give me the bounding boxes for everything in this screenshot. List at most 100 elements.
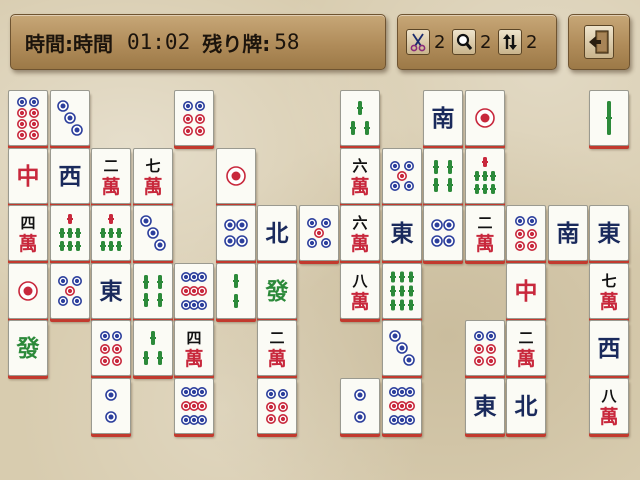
mahjong-tile[interactable] bbox=[215, 205, 256, 261]
tile-face-E: 東 bbox=[598, 221, 621, 247]
mahjong-tile[interactable]: 七萬 bbox=[132, 147, 173, 204]
mahjong-tile[interactable] bbox=[49, 262, 90, 319]
mahjong-tile[interactable] bbox=[91, 320, 131, 376]
tile-face-p9 bbox=[181, 386, 207, 425]
tile-face-S: 南 bbox=[556, 221, 579, 247]
mahjong-tile[interactable] bbox=[381, 320, 422, 376]
mahjong-tile[interactable] bbox=[8, 262, 48, 319]
mahjong-tile[interactable]: 八萬 bbox=[340, 262, 380, 319]
mahjong-tile[interactable] bbox=[464, 320, 505, 376]
svg-text:西: 西 bbox=[58, 164, 81, 190]
mahjong-tile[interactable] bbox=[91, 377, 131, 434]
mahjong-tile[interactable]: 發 bbox=[8, 320, 48, 376]
mahjong-tile[interactable]: 西 bbox=[49, 147, 90, 204]
mahjong-tile[interactable]: 北 bbox=[257, 205, 297, 261]
tile-face-p5 bbox=[306, 218, 331, 248]
mahjong-tile[interactable] bbox=[91, 205, 131, 261]
mahjong-tile[interactable]: 北 bbox=[506, 377, 546, 434]
tile-face-m8: 八萬 bbox=[599, 387, 618, 428]
tile-face-p1 bbox=[18, 280, 38, 301]
mahjong-tile[interactable] bbox=[589, 90, 629, 146]
tile-face-m2: 二萬 bbox=[475, 214, 494, 255]
mahjong-tile[interactable] bbox=[8, 90, 48, 146]
svg-text:萬: 萬 bbox=[143, 176, 162, 198]
mahjong-tile[interactable]: 發 bbox=[257, 262, 297, 319]
mahjong-tile[interactable] bbox=[49, 205, 90, 261]
mahjong-tile[interactable] bbox=[506, 205, 546, 261]
tile-face-m2: 二萬 bbox=[516, 329, 535, 370]
mahjong-tile[interactable]: 南 bbox=[547, 205, 588, 261]
tile-face-m4: 四萬 bbox=[18, 214, 37, 255]
mahjong-tile[interactable] bbox=[257, 377, 297, 434]
svg-text:二: 二 bbox=[477, 214, 492, 232]
mahjong-tile[interactable] bbox=[381, 262, 422, 319]
svg-text:六: 六 bbox=[352, 157, 367, 175]
mahjong-tile[interactable] bbox=[132, 320, 173, 376]
svg-text:北: 北 bbox=[266, 221, 289, 247]
mahjong-tile[interactable] bbox=[464, 147, 505, 204]
mahjong-tile[interactable] bbox=[174, 262, 214, 319]
svg-text:發: 發 bbox=[16, 336, 40, 362]
tile-face-N: 北 bbox=[266, 221, 289, 247]
mahjong-tile[interactable]: 東 bbox=[464, 377, 505, 434]
mahjong-tile[interactable] bbox=[423, 205, 463, 261]
svg-text:發: 發 bbox=[265, 279, 289, 305]
tile-face-b6 bbox=[142, 274, 163, 307]
mahjong-tile[interactable] bbox=[340, 90, 380, 146]
mahjong-tile[interactable]: 四萬 bbox=[174, 320, 214, 376]
tile-face-m7: 七萬 bbox=[599, 272, 618, 313]
svg-text:萬: 萬 bbox=[599, 406, 618, 428]
tile-face-p6 bbox=[473, 331, 496, 366]
tile-face-p4 bbox=[223, 219, 248, 247]
mahjong-tile[interactable] bbox=[423, 147, 463, 204]
mahjong-tile[interactable]: 八萬 bbox=[589, 377, 629, 434]
mahjong-tile[interactable]: 二萬 bbox=[91, 147, 131, 204]
mahjong-tile[interactable]: 七萬 bbox=[589, 262, 629, 319]
mahjong-tile[interactable]: 中 bbox=[8, 147, 48, 204]
tile-face-p9 bbox=[181, 271, 207, 310]
svg-text:萬: 萬 bbox=[350, 233, 369, 255]
mahjong-tile[interactable] bbox=[381, 147, 422, 204]
mahjong-tile[interactable] bbox=[174, 377, 214, 434]
mahjong-tile[interactable]: 東 bbox=[589, 205, 629, 261]
svg-text:東: 東 bbox=[390, 221, 413, 247]
mahjong-tile[interactable]: 二萬 bbox=[506, 320, 546, 376]
mahjong-tile[interactable] bbox=[464, 90, 505, 146]
tile-face-p3 bbox=[388, 330, 415, 366]
tile-face-b1 bbox=[606, 101, 612, 135]
mahjong-tile[interactable]: 西 bbox=[589, 320, 629, 376]
mahjong-tile[interactable]: 南 bbox=[423, 90, 463, 146]
mahjong-tile[interactable]: 東 bbox=[91, 262, 131, 319]
mahjong-tile[interactable] bbox=[381, 377, 422, 434]
mahjong-tile[interactable] bbox=[174, 90, 214, 146]
svg-text:北: 北 bbox=[515, 394, 538, 420]
svg-text:萬: 萬 bbox=[350, 291, 369, 313]
mahjong-tile[interactable] bbox=[49, 90, 90, 146]
tile-board: 南中西二萬七萬六萬四萬北六萬東二萬南東東發八萬中七萬發四萬二萬二萬西東北八萬 bbox=[0, 0, 640, 480]
svg-text:東: 東 bbox=[100, 279, 123, 305]
mahjong-tile[interactable] bbox=[132, 262, 173, 319]
mahjong-tile[interactable] bbox=[132, 205, 173, 261]
svg-text:中: 中 bbox=[17, 164, 40, 190]
mahjong-tile[interactable]: 東 bbox=[381, 205, 422, 261]
tile-face-F: 發 bbox=[16, 336, 40, 362]
tile-face-p2 bbox=[105, 388, 117, 423]
mahjong-tile[interactable]: 四萬 bbox=[8, 205, 48, 261]
tile-face-F: 發 bbox=[265, 279, 289, 305]
svg-text:萬: 萬 bbox=[184, 348, 203, 370]
svg-text:東: 東 bbox=[598, 221, 621, 247]
mahjong-tile[interactable]: 六萬 bbox=[340, 205, 380, 261]
mahjong-tile[interactable]: 中 bbox=[506, 262, 546, 319]
mahjong-tile[interactable] bbox=[298, 205, 339, 261]
mahjong-tile[interactable] bbox=[215, 147, 256, 204]
mahjong-tile[interactable]: 二萬 bbox=[257, 320, 297, 376]
mahjong-tile[interactable]: 六萬 bbox=[340, 147, 380, 204]
mahjong-tile[interactable] bbox=[215, 262, 256, 319]
tile-face-b9 bbox=[389, 271, 414, 310]
tile-face-p3 bbox=[56, 100, 83, 136]
tile-face-b7 bbox=[473, 156, 496, 194]
mahjong-tile[interactable] bbox=[340, 377, 380, 434]
svg-text:六: 六 bbox=[352, 214, 367, 232]
tile-face-E: 東 bbox=[100, 279, 123, 305]
mahjong-tile[interactable]: 二萬 bbox=[464, 205, 505, 261]
